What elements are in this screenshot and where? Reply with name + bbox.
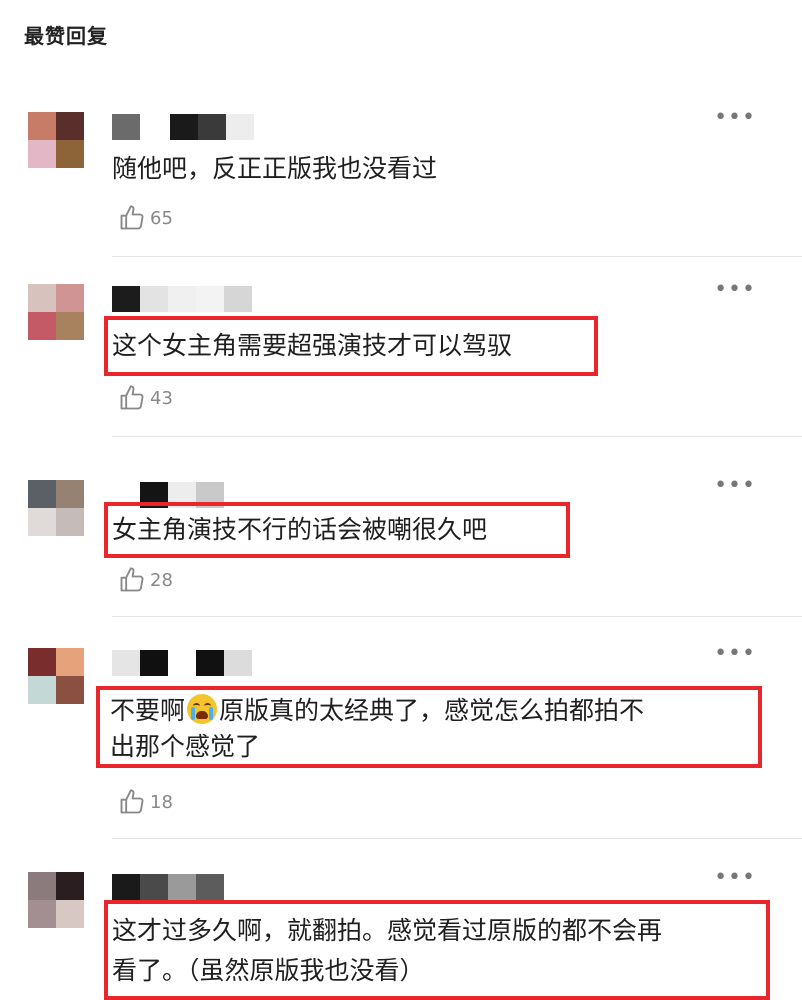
more-dots-icon[interactable]: ••• bbox=[714, 279, 756, 301]
avatar[interactable] bbox=[28, 648, 84, 704]
like-count: 18 bbox=[150, 791, 173, 813]
comment-text: 随他吧，反正正版我也没看过 bbox=[112, 154, 438, 183]
avatar[interactable] bbox=[28, 872, 84, 928]
like-button[interactable]: 43 bbox=[118, 384, 173, 412]
comment-text: 不要啊 原版真的太经典了，感觉怎么拍都拍不 bbox=[110, 692, 644, 730]
comment-text: 女主角演技不行的话会被嘲很久吧 bbox=[112, 515, 488, 544]
more-dots-icon[interactable]: ••• bbox=[714, 643, 756, 665]
comment-text: 这个女主角需要超强演技才可以驾驭 bbox=[112, 331, 513, 360]
more-dots-icon[interactable]: ••• bbox=[714, 867, 756, 889]
loudly-crying-face-icon bbox=[187, 694, 218, 724]
like-button[interactable]: 28 bbox=[118, 566, 173, 594]
more-dots-icon[interactable]: ••• bbox=[714, 475, 756, 497]
avatar[interactable] bbox=[28, 112, 84, 168]
username-mosaic[interactable] bbox=[112, 286, 252, 312]
avatar[interactable] bbox=[28, 480, 84, 536]
comment-text-line2: 看了。（虽然原版我也没看） bbox=[112, 956, 425, 985]
thumbs-up-icon bbox=[120, 567, 144, 592]
like-button[interactable]: 65 bbox=[118, 204, 173, 232]
comment-text-part: 不要啊 bbox=[110, 696, 186, 725]
like-button[interactable]: 18 bbox=[118, 788, 173, 816]
like-count: 43 bbox=[150, 387, 173, 409]
comment-text-line2: 出那个感觉了 bbox=[110, 732, 261, 761]
avatar[interactable] bbox=[28, 284, 84, 340]
username-mosaic[interactable] bbox=[112, 650, 252, 676]
comment-text: 这才过多久啊，就翻拍。感觉看过原版的都不会再 bbox=[112, 916, 663, 945]
username-mosaic[interactable] bbox=[112, 114, 254, 140]
thumbs-up-icon bbox=[120, 205, 144, 230]
divider bbox=[112, 616, 802, 617]
divider bbox=[112, 436, 802, 437]
divider bbox=[112, 838, 802, 839]
divider bbox=[112, 256, 802, 257]
like-count: 28 bbox=[150, 569, 173, 591]
more-dots-icon[interactable]: ••• bbox=[714, 107, 756, 129]
thumbs-up-icon bbox=[120, 789, 144, 814]
comment-text-part: 原版真的太经典了，感觉怎么拍都拍不 bbox=[219, 696, 645, 725]
thumbs-up-icon bbox=[120, 385, 144, 410]
like-count: 65 bbox=[150, 207, 173, 229]
section-title: 最赞回复 bbox=[24, 24, 108, 48]
username-mosaic[interactable] bbox=[112, 874, 224, 900]
